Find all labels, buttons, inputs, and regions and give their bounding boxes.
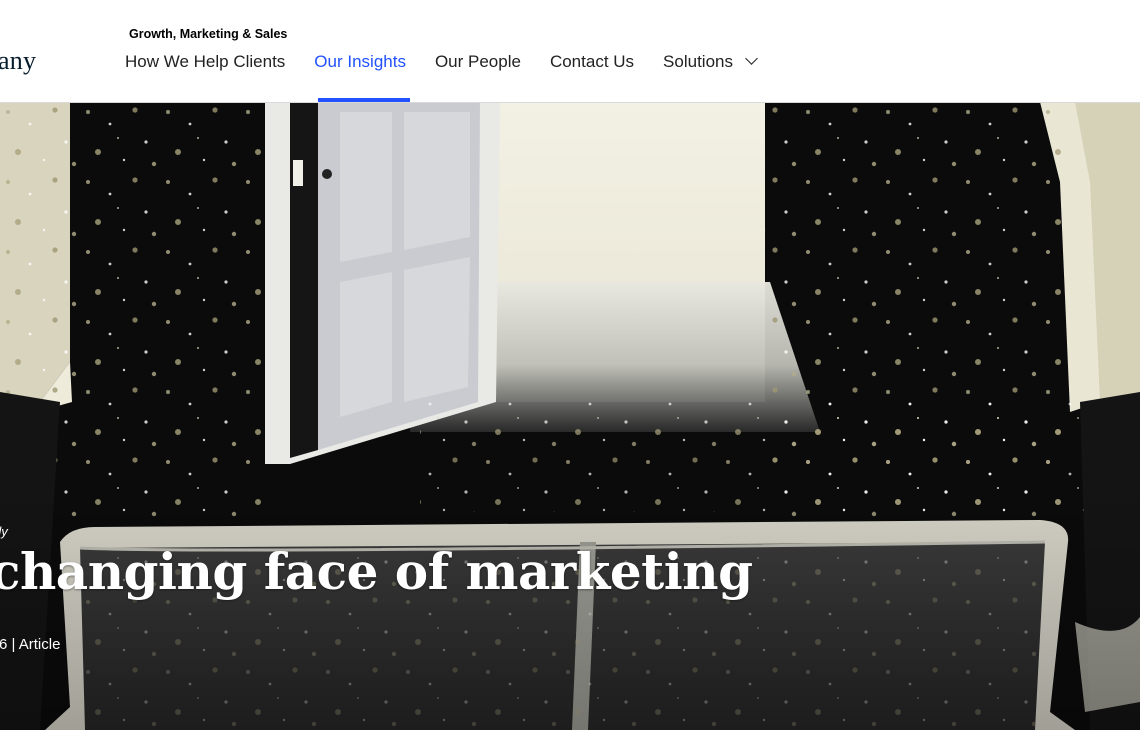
section-label[interactable]: Growth, Marketing & Sales	[129, 27, 287, 41]
main-nav: How We Help Clients Our Insights Our Peo…	[125, 51, 785, 102]
brand-logo[interactable]: any	[0, 46, 36, 76]
site-header: any Growth, Marketing & Sales How We Hel…	[0, 0, 1140, 103]
hero-banner: rly changing face of marketing 6 | Artic…	[0, 102, 1140, 730]
nav-label: How We Help Clients	[125, 52, 286, 71]
nav-our-insights[interactable]: Our Insights	[314, 51, 410, 102]
nav-label: Our People	[434, 52, 521, 71]
nav-label: Contact Us	[549, 52, 635, 71]
article-meta: 6 | Article	[0, 636, 61, 653]
nav-how-we-help-clients[interactable]: How We Help Clients	[125, 51, 285, 72]
nav-solutions[interactable]: Solutions	[663, 51, 758, 72]
active-nav-indicator	[318, 98, 410, 102]
nav-label: Solutions	[663, 52, 733, 71]
nav-our-people[interactable]: Our People	[435, 51, 521, 72]
article-headline: changing face of marketing	[0, 542, 753, 601]
nav-label: Our Insights	[314, 52, 406, 71]
nav-contact-us[interactable]: Contact Us	[550, 51, 634, 72]
article-eyebrow[interactable]: rly	[0, 524, 8, 539]
chevron-down-icon	[744, 52, 758, 65]
